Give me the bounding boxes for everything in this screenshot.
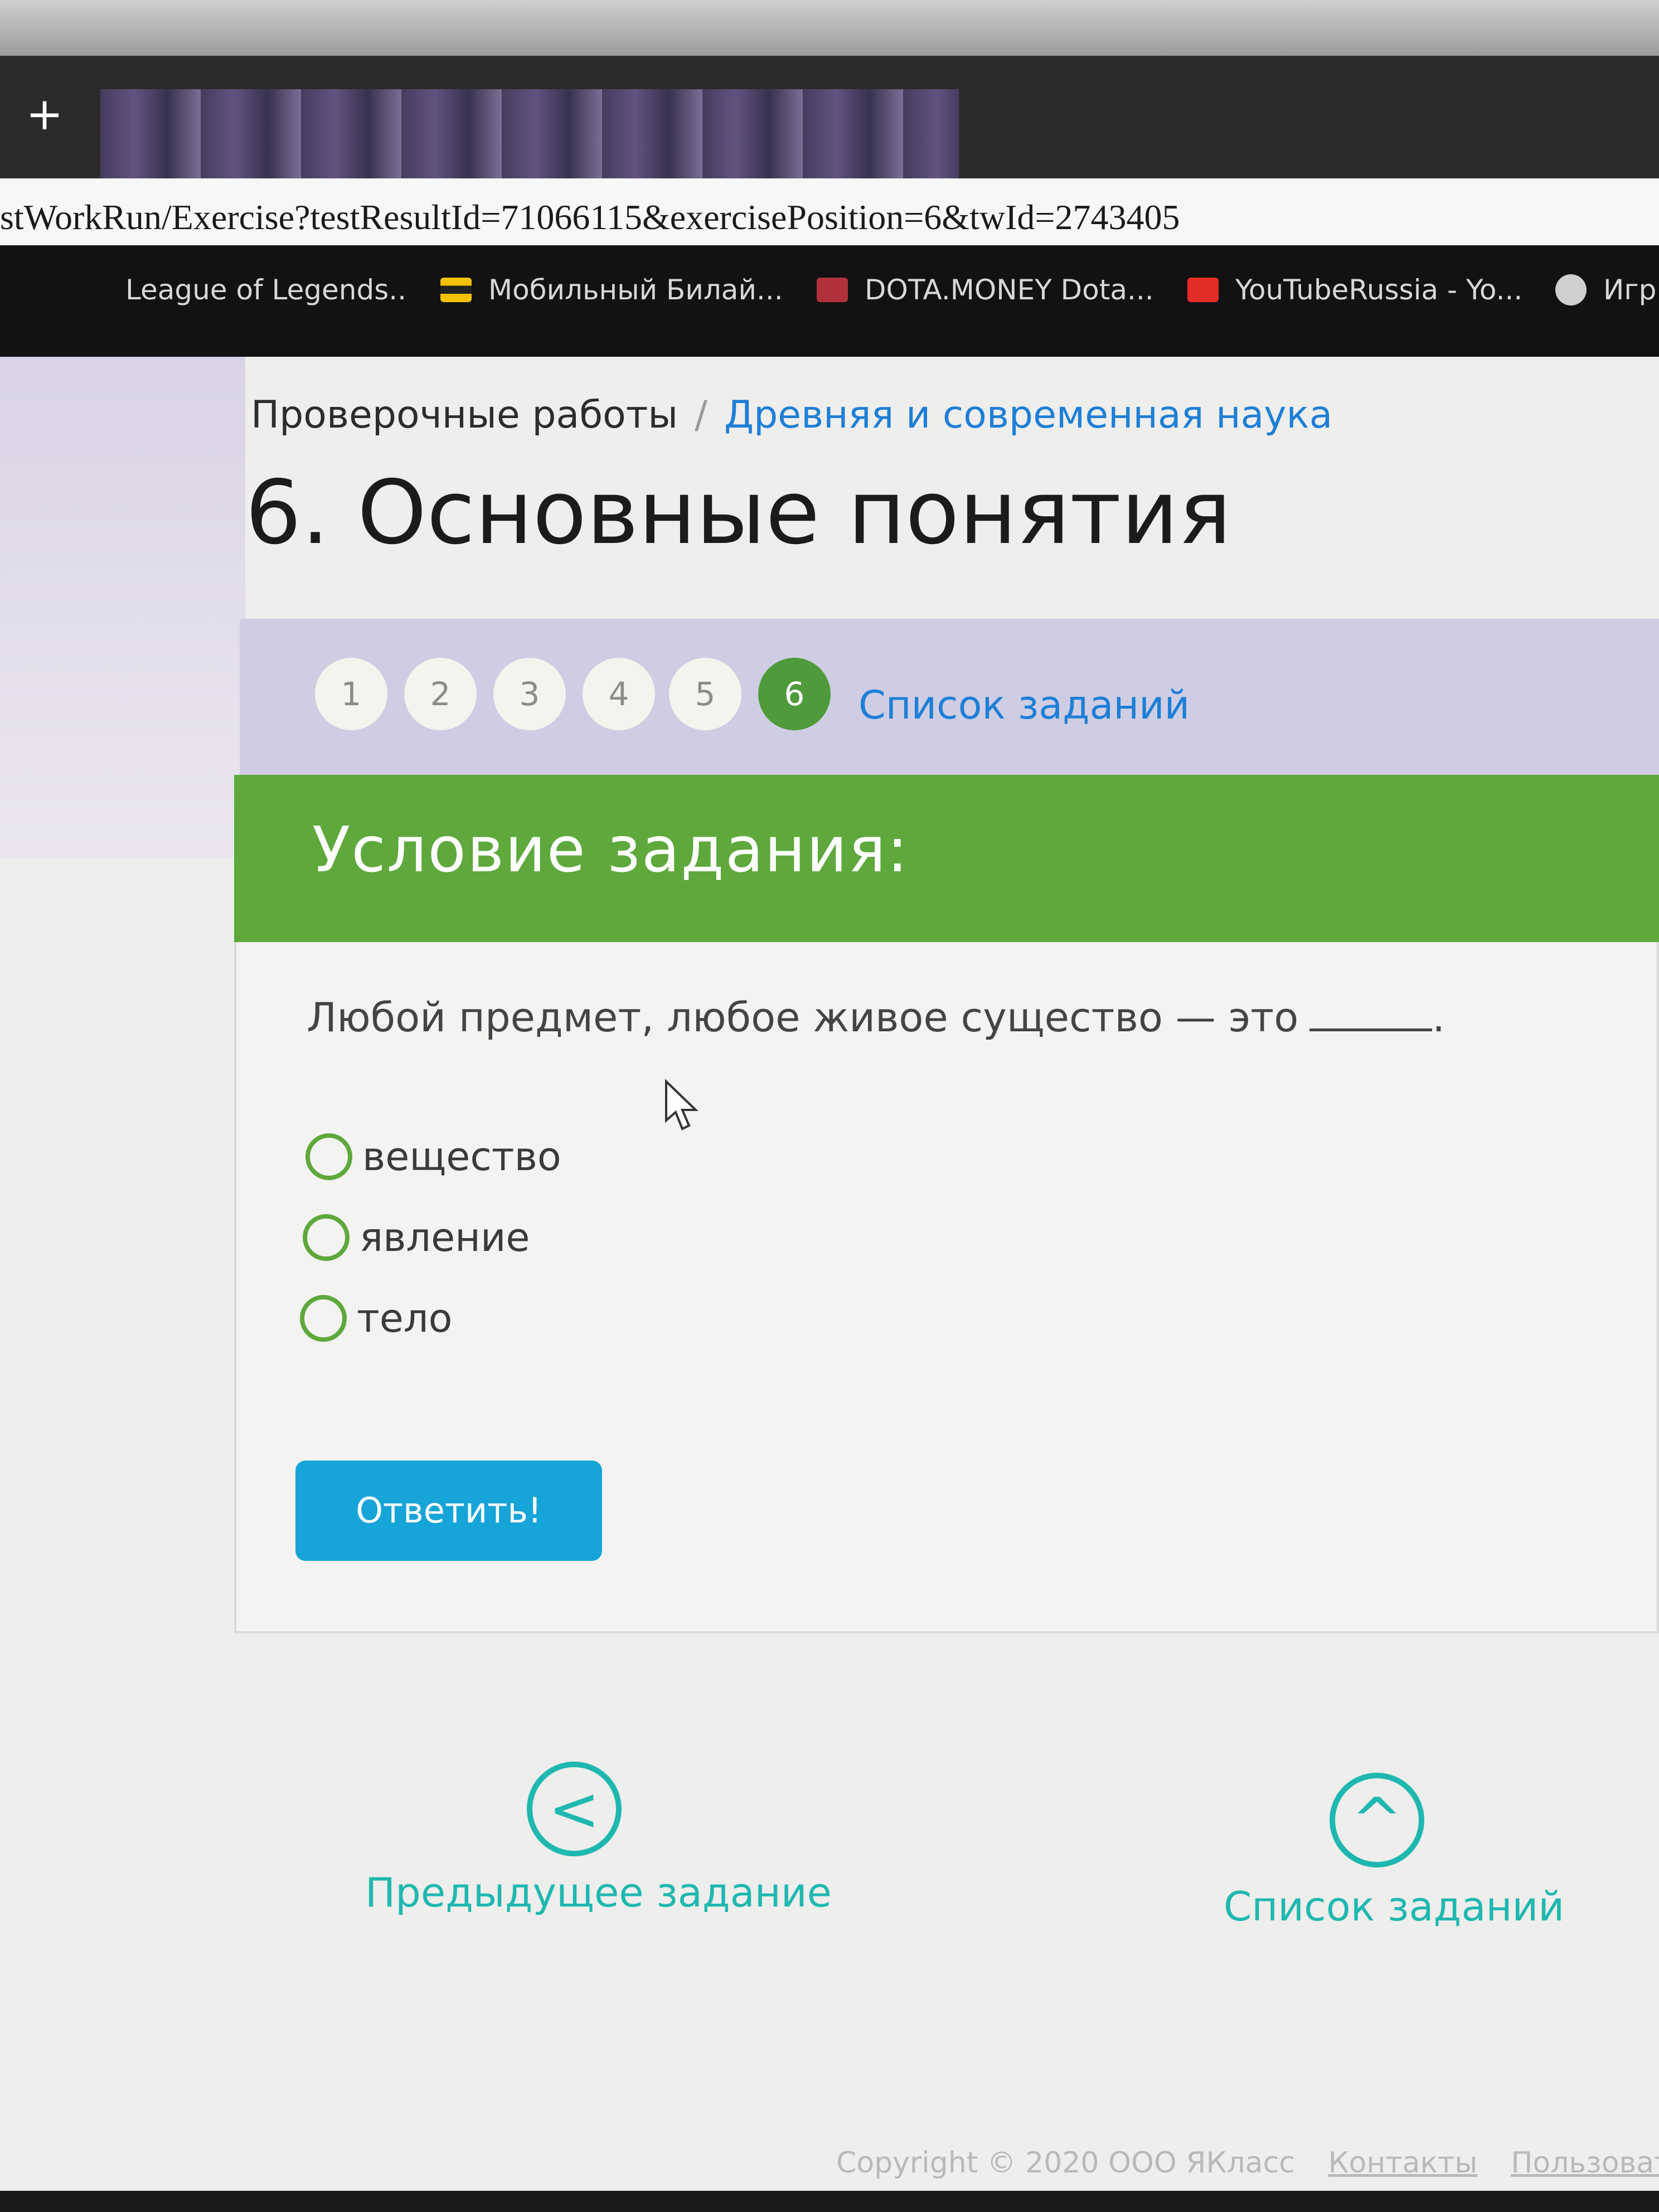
question-body: Любой предмет, любое живое существо — эт… [307, 994, 1299, 1041]
task-number-5[interactable]: 5 [669, 658, 741, 730]
bookmark-label: League of Legends.. [125, 274, 407, 306]
bookmark-label: Игр [1603, 274, 1657, 306]
task-list-up-icon[interactable]: ^ [1330, 1773, 1424, 1867]
bookmark-label: Мобильный Билай... [488, 274, 783, 306]
task-number-2[interactable]: 2 [404, 658, 477, 730]
breadcrumb-current[interactable]: Древняя и современная наука [724, 393, 1332, 437]
page-left-tint [0, 357, 245, 858]
bookmark-label: YouTubeRussia - Yo... [1235, 274, 1523, 306]
users-link[interactable]: Пользователь [1511, 2146, 1659, 2180]
breadcrumb-separator: / [695, 393, 707, 437]
dota-money-icon [817, 278, 848, 302]
question-blank [1309, 998, 1433, 1031]
radio-button[interactable] [305, 1133, 352, 1180]
option-phenomenon[interactable]: явление [303, 1207, 530, 1268]
task-number-6-active[interactable]: 6 [758, 658, 831, 730]
task-list-link[interactable]: Список заданий [858, 675, 1190, 736]
task-condition-title: Условие задания: [312, 814, 909, 886]
bookmark-label: DOTA.MONEY Dota... [865, 274, 1154, 306]
bookmark-beeline[interactable]: Мобильный Билай... [440, 262, 783, 318]
task-number-4[interactable]: 4 [583, 658, 655, 730]
previous-task-icon[interactable]: < [527, 1762, 622, 1856]
bookmark-dota-money[interactable]: DOTA.MONEY Dota... [817, 262, 1154, 318]
address-bar-url[interactable]: stWorkRun/Exercise?testResultId=71066115… [0, 192, 1617, 242]
breadcrumb-parent[interactable]: Проверочные работы [251, 393, 678, 437]
bookmark-lol[interactable]: League of Legends.. [125, 262, 406, 318]
beeline-icon [440, 278, 472, 302]
copyright-text: Copyright © 2020 ООО ЯКласс [836, 2146, 1295, 2180]
radio-button[interactable] [303, 1214, 350, 1261]
page-title: 6. Основные понятия [245, 462, 1231, 564]
option-body[interactable]: тело [300, 1288, 452, 1349]
contacts-link[interactable]: Контакты [1328, 2146, 1478, 2180]
option-label: тело [357, 1296, 453, 1341]
globe-icon [1555, 274, 1587, 305]
breadcrumb: Проверочные работы / Древняя и современная… [251, 385, 1332, 446]
mouse-cursor-icon [665, 1079, 698, 1131]
submit-answer-button[interactable]: Ответить! [295, 1461, 602, 1561]
tab-background [100, 89, 959, 190]
option-substance[interactable]: вещество [305, 1126, 561, 1187]
radio-button[interactable] [300, 1295, 347, 1342]
task-number-1[interactable]: 1 [315, 658, 387, 730]
task-number-3[interactable]: 3 [493, 658, 566, 730]
footer: Copyright © 2020 ООО ЯКласс Контакты Польз… [836, 2141, 1659, 2185]
previous-task-link[interactable]: Предыдущее задание [365, 1865, 832, 1920]
bookmark-games[interactable]: Игр [1555, 262, 1656, 318]
bookmark-youtube[interactable]: YouTubeRussia - Yo... [1187, 262, 1522, 318]
question-text: Любой предмет, любое живое существо — эт… [307, 987, 1445, 1048]
bottom-task-list-link[interactable]: Список заданий [1224, 1879, 1564, 1934]
option-label: вещество [362, 1134, 561, 1180]
monitor-bottom-bezel [0, 2191, 1659, 2212]
option-label: явление [360, 1215, 530, 1260]
youtube-icon [1187, 278, 1219, 302]
new-tab-button[interactable]: + [22, 84, 67, 145]
question-end: . [1432, 994, 1445, 1041]
monitor-bezel [0, 0, 1659, 56]
